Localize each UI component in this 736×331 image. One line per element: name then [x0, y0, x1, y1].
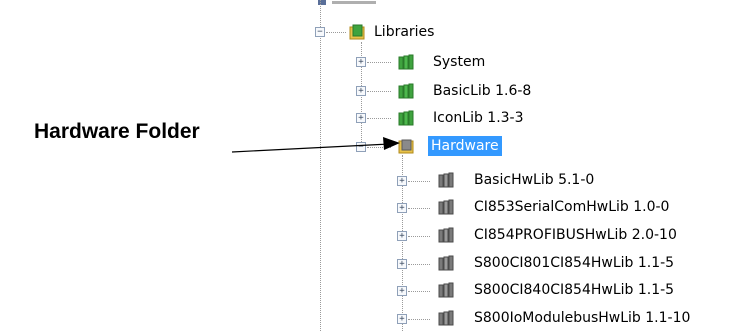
callout-arrow: [231, 137, 400, 153]
